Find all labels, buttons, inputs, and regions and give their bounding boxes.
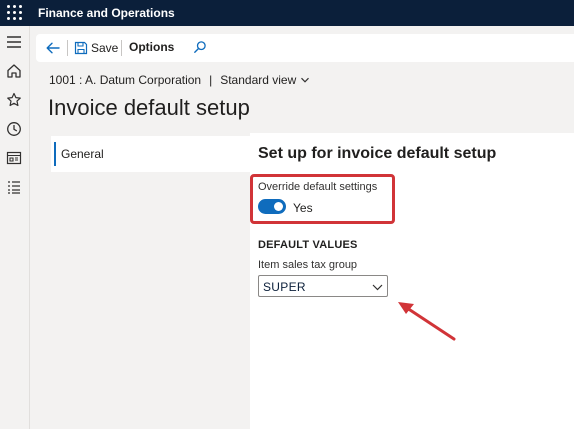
action-pane: Save Options [36, 34, 574, 62]
app-launcher-icon[interactable] [6, 4, 24, 22]
options-button[interactable]: Options [129, 40, 174, 54]
back-arrow-icon[interactable] [44, 39, 62, 57]
save-icon [74, 41, 88, 55]
chevron-down-icon [301, 77, 310, 83]
selected-tab-indicator [54, 142, 56, 166]
breadcrumb: 1001 : A. Datum Corporation | Standard v… [49, 73, 310, 87]
breadcrumb-separator: | [209, 73, 213, 87]
home-icon[interactable] [5, 62, 23, 80]
tab-panel: General [48, 133, 250, 429]
default-values-heading: DEFAULT VALUES [258, 239, 358, 251]
item-sales-tax-group-select[interactable]: SUPER [258, 275, 388, 297]
override-settings-label: Override default settings [258, 181, 378, 193]
section-title: Set up for invoice default setup [258, 145, 497, 162]
chevron-down-icon[interactable] [372, 282, 383, 292]
star-icon[interactable] [5, 91, 23, 109]
toolbar-divider [67, 40, 68, 56]
company-label: 1001 : A. Datum Corporation [49, 73, 202, 87]
app-title: Finance and Operations [38, 6, 175, 20]
save-label: Save [91, 41, 119, 55]
tab-label: General [61, 147, 104, 161]
view-label: Standard view [220, 73, 297, 87]
toolbar-divider [121, 40, 122, 56]
override-settings-value: Yes [293, 201, 313, 215]
view-selector[interactable]: Standard view [220, 73, 310, 87]
form-container: General Set up for invoice default setup… [48, 133, 574, 429]
navigation-rail [0, 26, 30, 429]
list-icon[interactable] [5, 178, 23, 196]
save-button[interactable]: Save [74, 39, 118, 57]
clock-icon[interactable] [5, 120, 23, 138]
toggle-knob [274, 202, 283, 211]
tab-general[interactable]: General [51, 136, 250, 172]
page-title: Invoice default setup [48, 95, 250, 120]
override-settings-toggle[interactable] [258, 199, 286, 214]
hamburger-icon[interactable] [5, 33, 23, 51]
search-icon[interactable] [193, 40, 207, 54]
item-sales-tax-group-label: Item sales tax group [258, 259, 358, 271]
top-bar: Finance and Operations [0, 0, 574, 26]
workspace-icon[interactable] [5, 149, 23, 167]
item-sales-tax-group-value: SUPER [263, 280, 306, 294]
